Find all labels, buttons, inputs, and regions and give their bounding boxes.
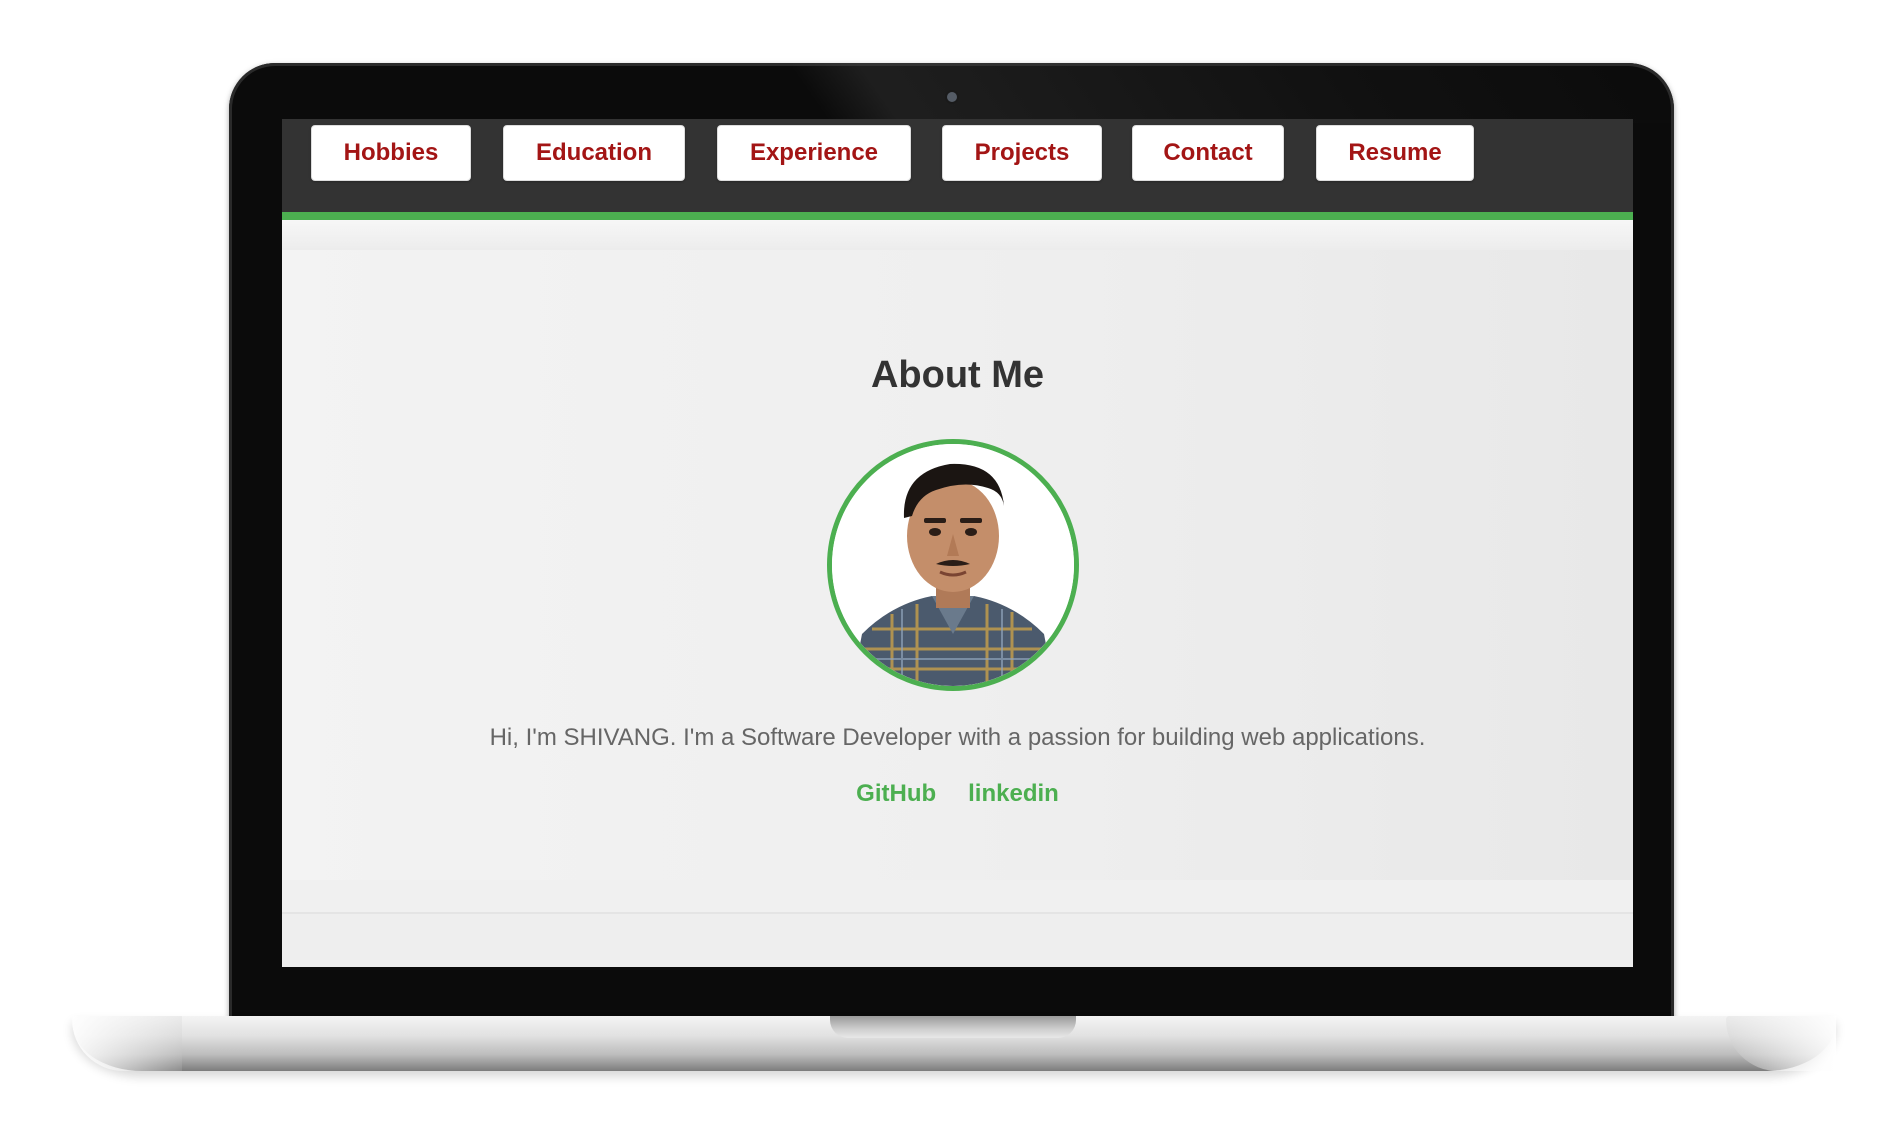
profile-photo-icon <box>832 444 1074 686</box>
browser-screen: Hobbies Education Experience Projects Co… <box>282 119 1633 967</box>
next-section <box>282 912 1633 967</box>
base-left-highlight <box>72 1016 182 1071</box>
laptop-base <box>72 1016 1836 1071</box>
webcam-icon <box>947 92 957 102</box>
linkedin-link[interactable]: linkedin <box>968 780 1059 808</box>
top-navbar: Hobbies Education Experience Projects Co… <box>282 119 1633 220</box>
about-section: About Me Hi, I'm SHIVANG. I'm a Software… <box>282 250 1633 880</box>
about-title: About Me <box>870 354 1045 396</box>
nav-education-button[interactable]: Education <box>503 125 685 181</box>
base-right-highlight <box>1726 1016 1836 1071</box>
hinge-notch <box>830 1016 1076 1038</box>
nav-projects-button[interactable]: Projects <box>942 125 1102 181</box>
github-link[interactable]: GitHub <box>856 780 936 808</box>
social-links: GitHub linkedin <box>282 780 1633 808</box>
nav-experience-button[interactable]: Experience <box>717 125 911 181</box>
lid-glare <box>787 63 1674 123</box>
avatar <box>827 439 1079 691</box>
laptop-mockup: Hobbies Education Experience Projects Co… <box>0 0 1895 1139</box>
main-content: About Me Hi, I'm SHIVANG. I'm a Software… <box>282 220 1633 967</box>
nav-contact-button[interactable]: Contact <box>1132 125 1284 181</box>
nav-resume-button[interactable]: Resume <box>1316 125 1474 181</box>
nav-hobbies-button[interactable]: Hobbies <box>311 125 471 181</box>
about-intro-text: Hi, I'm SHIVANG. I'm a Software Develope… <box>489 724 1426 751</box>
